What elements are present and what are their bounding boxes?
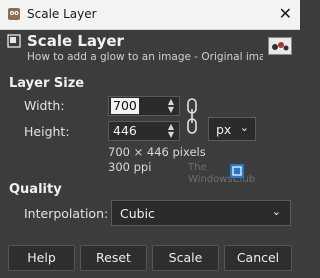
scale-button[interactable]: Scale	[152, 245, 219, 271]
chevron-down-icon[interactable]: ⌄	[272, 205, 281, 218]
window-title: Scale Layer	[27, 7, 97, 21]
pixels-info: 700 × 446 pixels	[108, 145, 206, 159]
dialog-title: Scale Layer	[27, 32, 124, 50]
resolution-info: 300 ppi	[108, 160, 152, 174]
image-thumbnail	[268, 37, 292, 55]
width-label: Width:	[24, 98, 65, 113]
chevron-down-icon[interactable]: ⌄	[240, 121, 249, 134]
title-bar: Scale Layer ✕	[0, 0, 300, 30]
layer-size-heading: Layer Size	[9, 76, 85, 91]
cancel-button[interactable]: Cancel	[224, 245, 292, 271]
watermark-line-2: WindowsClub	[188, 174, 256, 185]
interpolation-label: Interpolation:	[24, 206, 109, 221]
quality-heading: Quality	[9, 182, 62, 197]
width-spinbox[interactable]: 700 ▲ ▼	[108, 96, 180, 116]
gimp-icon	[8, 8, 20, 20]
watermark-line-1: The	[188, 162, 207, 173]
interpolation-value[interactable]: Cubic	[120, 206, 155, 221]
chain-link-icon[interactable]	[185, 97, 199, 135]
width-value[interactable]: 700	[111, 98, 139, 114]
interpolation-dropdown[interactable]: Cubic ⌄	[111, 200, 291, 226]
height-label: Height:	[24, 124, 70, 139]
close-icon[interactable]: ✕	[279, 4, 292, 24]
dialog-header: Scale Layer How to add a glow to an imag…	[0, 29, 300, 67]
windowsclub-logo-icon	[230, 164, 244, 178]
spin-arrows-icon[interactable]: ▲ ▼	[166, 98, 176, 114]
spin-arrows-icon[interactable]: ▲ ▼	[166, 123, 176, 139]
dialog-subtitle: How to add a glow to an image - Original…	[27, 51, 263, 63]
scale-layer-icon	[7, 34, 21, 48]
watermark: The WindowsClub	[188, 162, 255, 186]
help-button[interactable]: Help	[8, 245, 75, 271]
height-spinbox[interactable]: 446 ▲ ▼	[108, 121, 180, 141]
thumbnail-image-icon	[269, 38, 291, 54]
reset-button[interactable]: Reset	[80, 245, 147, 271]
unit-value[interactable]: px	[216, 122, 231, 137]
unit-dropdown[interactable]: px ⌄	[208, 117, 256, 141]
height-value[interactable]: 446	[111, 123, 139, 139]
